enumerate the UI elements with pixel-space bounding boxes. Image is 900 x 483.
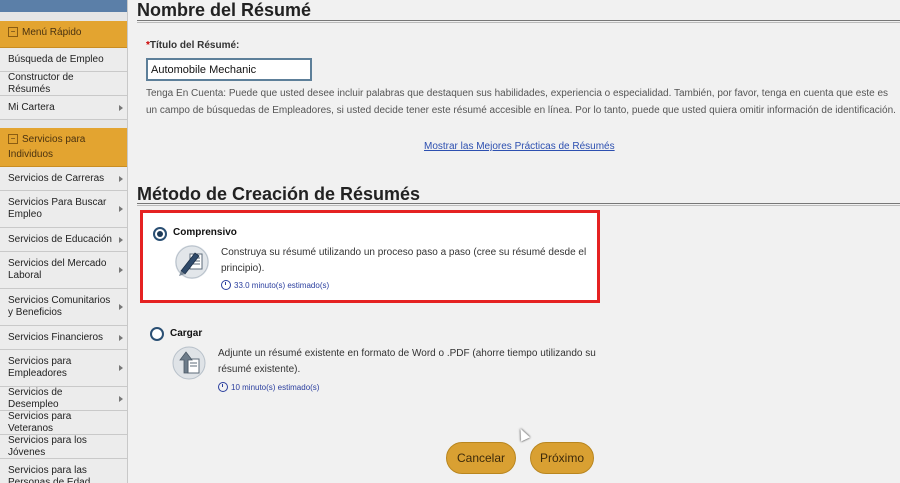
sidebar: − Menú Rápido Búsqueda de Empleo Construc… (0, 0, 128, 483)
sidebar-item-community[interactable]: Servicios Comunitarios y Beneficios (0, 289, 127, 326)
quick-menu-header[interactable]: − Menú Rápido (0, 21, 127, 48)
option-comprehensive[interactable]: Comprensivo Construya su résumé utilizan… (140, 210, 600, 303)
sidebar-item-unemployment[interactable]: Servicios de Desempleo (0, 387, 127, 411)
next-button[interactable]: Próximo (530, 442, 594, 474)
sidebar-item-careers[interactable]: Servicios de Carreras (0, 167, 127, 191)
resume-title-label: *Título del Résumé: (146, 40, 240, 51)
resume-name-section-title: Nombre del Résumé (137, 0, 312, 20)
sidebar-item-labor-market[interactable]: Servicios del Mercado Laboral (0, 252, 127, 289)
main-content: Nombre del Résumé *Título del Résumé: Te… (128, 0, 900, 483)
option-comprehensive-label: Comprensivo (173, 227, 237, 238)
sidebar-item-seniors[interactable]: Servicios para las Personas de Edad (0, 459, 127, 483)
sidebar-item-financial[interactable]: Servicios Financieros (0, 326, 127, 350)
option-upload-time: 10 minuto(s) estimado(s) (218, 382, 319, 392)
chevron-right-icon (119, 236, 123, 243)
chevron-right-icon (119, 395, 123, 402)
chevron-right-icon (119, 334, 123, 341)
sidebar-item-veterans[interactable]: Servicios para Veteranos (0, 411, 127, 435)
clock-icon (218, 382, 228, 392)
section-divider (137, 20, 900, 23)
chevron-right-icon (119, 175, 123, 182)
option-comprehensive-time: 33.0 minuto(s) estimado(s) (221, 280, 329, 290)
section-divider (137, 203, 900, 206)
chevron-right-icon (119, 206, 123, 212)
collapse-icon: − (8, 134, 18, 145)
sidebar-item-youth[interactable]: Servicios para los Jóvenes (0, 435, 127, 459)
radio-upload[interactable] (150, 327, 164, 341)
option-comprehensive-description: Construya su résumé utilizando un proces… (221, 247, 587, 274)
resume-title-note: Tenga En Cuenta: Puede que usted desee i… (146, 88, 896, 116)
sidebar-item-resume-builder[interactable]: Constructor de Résumés (0, 72, 127, 96)
chevron-right-icon (119, 104, 123, 111)
upload-document-icon (172, 346, 206, 380)
option-upload-description: Adjunte un résumé existente en formato d… (218, 348, 596, 375)
clock-icon (221, 280, 231, 290)
resume-title-input[interactable] (146, 58, 312, 81)
chevron-right-icon (119, 365, 123, 371)
option-upload[interactable]: Cargar Adjunte un résumé existente en fo… (140, 320, 596, 400)
chevron-right-icon (119, 304, 123, 310)
sidebar-item-my-portfolio[interactable]: Mi Cartera (0, 96, 127, 120)
sidebar-item-job-search[interactable]: Búsqueda de Empleo (0, 48, 127, 72)
cancel-button[interactable]: Cancelar (446, 442, 516, 474)
best-practices-link[interactable]: Mostrar las Mejores Prácticas de Résumés (424, 141, 615, 152)
collapse-icon: − (8, 27, 18, 38)
sidebar-item-employers[interactable]: Servicios para Empleadores (0, 350, 127, 387)
sidebar-item-job-seeking[interactable]: Servicios Para Buscar Empleo (0, 191, 127, 228)
pencil-document-icon (175, 245, 209, 279)
creation-method-section-title: Método de Creación de Résumés (137, 184, 421, 204)
sidebar-top-bar (0, 0, 127, 12)
chevron-right-icon (119, 267, 123, 273)
services-header[interactable]: − Servicios para Individuos (0, 128, 127, 167)
sidebar-item-education[interactable]: Servicios de Educación (0, 228, 127, 252)
option-upload-label: Cargar (170, 328, 203, 339)
radio-comprehensive[interactable] (153, 227, 167, 241)
